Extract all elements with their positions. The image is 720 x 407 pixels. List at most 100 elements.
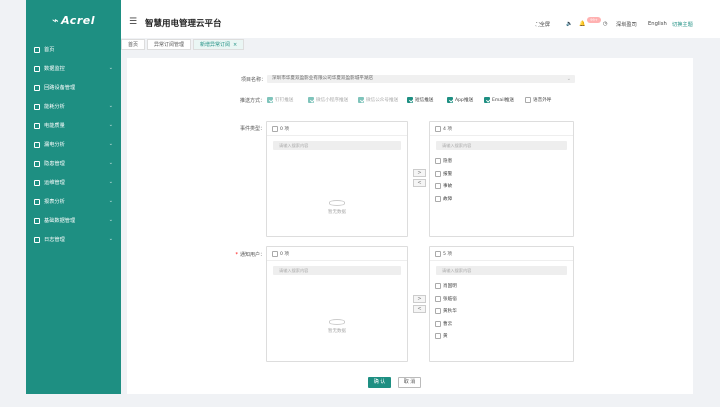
checkbox[interactable] xyxy=(484,97,490,103)
checkbox[interactable] xyxy=(447,97,453,103)
list-item[interactable]: 肖国明 xyxy=(430,280,573,293)
event-source-panel: 0 项 请输入搜索内容 暂无数据 xyxy=(266,121,408,237)
user-move-left-button[interactable]: < xyxy=(413,305,426,313)
list-item-label: 曹云 xyxy=(443,321,453,327)
list-item[interactable]: 隐患 xyxy=(430,155,573,168)
bell-icon[interactable]: 🔔 xyxy=(579,21,585,27)
notify-label: * 通知用户： xyxy=(205,251,265,258)
checkbox[interactable] xyxy=(435,308,441,315)
confirm-button[interactable]: 确 认 xyxy=(368,377,391,388)
event-move-left-button[interactable]: < xyxy=(413,179,426,187)
user-target-select-all[interactable] xyxy=(435,250,441,257)
cancel-button[interactable]: 取 消 xyxy=(398,377,421,388)
sidebar-item-8[interactable]: 报表分析 ⌄ xyxy=(26,192,121,211)
alarm-icon xyxy=(34,160,40,167)
event-source-count: 0 项 xyxy=(280,126,289,132)
checkbox[interactable] xyxy=(435,320,441,327)
event-source-search[interactable]: 请输入搜索内容 xyxy=(273,141,401,150)
push-option-label: Email推送 xyxy=(492,98,514,103)
sidebar-item-9[interactable]: 基础数据管理 ⌄ xyxy=(26,211,121,230)
checkbox[interactable] xyxy=(435,195,441,202)
list-item[interactable]: 黄 xyxy=(430,330,573,343)
sidebar-item-6[interactable]: 隐患管理 ⌄ xyxy=(26,154,121,173)
checkbox[interactable] xyxy=(435,295,441,302)
sidebar-item-3[interactable]: 能耗分析 ⌄ xyxy=(26,97,121,116)
checkbox[interactable] xyxy=(525,97,531,103)
checkbox[interactable] xyxy=(435,158,441,165)
user-empty-text: 暂无数据 xyxy=(328,329,346,334)
list-item[interactable]: 故障 xyxy=(430,193,573,206)
checkbox[interactable] xyxy=(358,97,364,103)
project-select[interactable]: 深圳市华夏双盈影业有限公司华夏双盈影城平湖店 ⌄ xyxy=(267,75,575,83)
event-target-count: 4 项 xyxy=(443,126,452,132)
tab-0[interactable]: 首页 xyxy=(121,39,146,50)
sidebar-item-0[interactable]: 首页 xyxy=(26,40,121,59)
push-option-1[interactable]: 微信小程序推送 xyxy=(308,97,348,103)
empty-box-icon xyxy=(329,200,345,206)
event-empty-text: 暂无数据 xyxy=(328,210,346,215)
empty-box-icon xyxy=(329,319,345,325)
checkbox[interactable] xyxy=(435,333,441,340)
sidebar-item-1[interactable]: 数据监控 ⌄ xyxy=(26,59,121,78)
list-item[interactable]: 黄秋华 xyxy=(430,305,573,318)
user-source-select-all[interactable] xyxy=(272,250,278,257)
user-source-count: 0 项 xyxy=(280,251,289,257)
user-source-search[interactable]: 请输入搜索内容 xyxy=(273,266,401,275)
sidebar-item-10[interactable]: 日志管理 ⌄ xyxy=(26,230,121,249)
theme-switch[interactable]: 切换主题 xyxy=(672,21,693,28)
fullscreen-button[interactable]: ⛶全屏 xyxy=(536,21,550,29)
checkbox[interactable] xyxy=(435,283,441,290)
volume-icon[interactable]: 🔈 xyxy=(566,21,572,27)
tab-label: 新增异常订阅 xyxy=(200,42,231,48)
checkbox[interactable] xyxy=(407,97,413,103)
push-option-2[interactable]: 微信公众号推送 xyxy=(358,97,398,103)
sidebar-item-2[interactable]: 回路设备管理 xyxy=(26,78,121,97)
user-source-panel: 0 项 请输入搜索内容 暂无数据 xyxy=(266,246,408,362)
notify-label-text: 通知用户： xyxy=(239,252,265,258)
push-option-0[interactable]: 钉钉推送 xyxy=(267,97,293,103)
user-move-right-button[interactable]: > xyxy=(413,295,426,303)
monitor-icon xyxy=(34,65,40,72)
push-option-6[interactable]: 语音外呼 xyxy=(525,97,551,103)
list-item[interactable]: 曹云 xyxy=(430,318,573,331)
list-item-label: 事故 xyxy=(443,184,453,190)
tab-1[interactable]: 异常订阅管理 xyxy=(147,39,192,50)
list-item[interactable]: 报警 xyxy=(430,168,573,181)
logo-icon: ⌁ xyxy=(52,13,60,27)
form-panel: 项目名称： 深圳市华夏双盈影业有限公司华夏双盈影城平湖店 ⌄ 推送方式： 钉钉推送… xyxy=(127,58,693,394)
list-item[interactable]: 事故 xyxy=(430,180,573,193)
event-move-right-button[interactable]: > xyxy=(413,169,426,177)
sidebar-item-4[interactable]: 电能质量 ⌄ xyxy=(26,116,121,135)
checkbox[interactable] xyxy=(435,170,441,177)
checkbox[interactable] xyxy=(435,183,441,190)
tab-2[interactable]: 新增异常订阅 × xyxy=(193,39,245,50)
push-option-3[interactable]: 短信推送 xyxy=(407,97,433,103)
push-option-label: 语音外呼 xyxy=(533,98,552,103)
menu-toggle-icon[interactable]: ☰ xyxy=(129,17,137,27)
user-target-count: 5 项 xyxy=(443,251,452,257)
checkbox[interactable] xyxy=(308,97,314,103)
sidebar-item-label: 报表分析 xyxy=(44,199,65,205)
list-item[interactable]: 张临宿 xyxy=(430,293,573,306)
language-switch[interactable]: English xyxy=(648,21,667,27)
clock-icon[interactable]: ◷ xyxy=(603,21,608,27)
close-icon[interactable]: × xyxy=(233,42,237,48)
event-target-select-all[interactable] xyxy=(435,125,441,132)
user-target-panel: 5 项 请输入搜索内容 肖国明 张临宿黄秋华曹云黄 xyxy=(429,246,574,362)
chevron-down-icon: ⌄ xyxy=(108,236,113,242)
sidebar-item-label: 首页 xyxy=(44,47,55,53)
push-option-4[interactable]: App推送 xyxy=(447,97,473,103)
checkbox[interactable] xyxy=(267,97,273,103)
log-icon xyxy=(34,236,40,243)
event-empty-state: 暂无数据 xyxy=(267,200,407,215)
sidebar-item-7[interactable]: 运维管理 ⌄ xyxy=(26,173,121,192)
event-source-select-all[interactable] xyxy=(272,125,278,132)
user-target-search[interactable]: 请输入搜索内容 xyxy=(436,266,567,275)
event-target-panel: 4 项 请输入搜索内容 隐患 报警事故故障 xyxy=(429,121,574,237)
list-item-label: 黄秋华 xyxy=(443,309,457,315)
event-target-search[interactable]: 请输入搜索内容 xyxy=(436,141,567,150)
sidebar-item-5[interactable]: 漏电分析 ⌄ xyxy=(26,135,121,154)
push-option-5[interactable]: Email推送 xyxy=(484,97,514,103)
required-mark: * xyxy=(235,252,238,258)
user-name[interactable]: 深圳盈司 xyxy=(616,21,637,28)
